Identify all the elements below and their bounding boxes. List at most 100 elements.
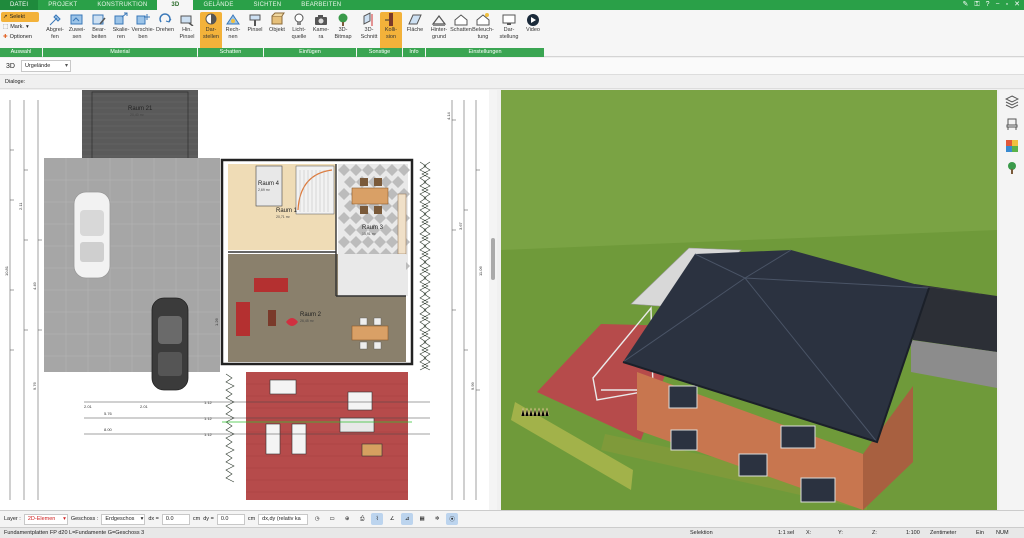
calculate-button[interactable]: Rech- nen xyxy=(222,12,244,50)
eyedropper-button[interactable]: Abgrei- fen xyxy=(44,12,66,50)
status-x: X: xyxy=(806,530,812,536)
ribbon-button-label: Verschie- ben xyxy=(131,27,155,40)
group-einstellungen: Einstellungen xyxy=(426,48,544,57)
floor-select[interactable]: Erdgeschos ▾ xyxy=(101,513,146,525)
tab-sichten[interactable]: SICHTEN xyxy=(244,0,292,10)
cursor-icon: ➚ xyxy=(3,14,8,20)
move-button[interactable]: Verschie- ben xyxy=(132,12,154,50)
monitor-icon[interactable]: ▭ xyxy=(326,513,338,525)
edit-material-button[interactable]: Bear- beiten xyxy=(88,12,110,50)
dy-input[interactable]: 0.0 xyxy=(216,513,245,525)
assign-button[interactable]: Zuwei- sen xyxy=(66,12,88,50)
clock-icon[interactable]: ◷ xyxy=(311,513,323,525)
snap-angle-icon[interactable]: ∠ xyxy=(386,513,398,525)
status-y: Y: xyxy=(838,530,843,536)
plan-vertical-scrollbar[interactable] xyxy=(489,90,497,510)
kitchen-counter xyxy=(397,193,407,255)
assign-icon xyxy=(69,12,85,26)
tree-icon[interactable] xyxy=(1004,160,1020,176)
dim-3-67: 3.67 xyxy=(458,221,463,230)
tree-bitmap-button[interactable]: 3D- Bitmap xyxy=(332,12,354,50)
ribbon-button-label: Kolli- sion xyxy=(384,27,398,40)
snap-object-icon[interactable]: ⊕ xyxy=(341,513,353,525)
ribbon-button-label: Pinsel xyxy=(247,27,263,33)
floor-plan-view[interactable]: Raum 21 20,40 m² Raum 4 2,69 m² Raum 1 2… xyxy=(0,90,497,510)
pin-icon[interactable]: ✎ xyxy=(962,0,968,10)
floor-plan-drawing: Raum 21 20,40 m² Raum 4 2,69 m² Raum 1 2… xyxy=(4,90,483,500)
ribbon-button-label: Zuwei- sen xyxy=(68,27,86,40)
paint-brush-button[interactable]: Pinsel xyxy=(244,12,266,50)
selection-group: ➚ Selekt ⬚ Mark. ▾ ✚ Optionen xyxy=(1,12,39,42)
move-icon xyxy=(135,12,151,26)
room-area-1: 20,71 m² xyxy=(276,215,291,219)
ribbon-button-label: Video xyxy=(526,27,540,33)
scroll-thumb[interactable] xyxy=(491,238,495,280)
chair-icon[interactable] xyxy=(1004,116,1020,132)
minimize-icon[interactable]: − xyxy=(996,0,1000,10)
settings-icon[interactable]: ✲ xyxy=(431,513,443,525)
ribbon-button-label: Rech- nen xyxy=(225,27,241,40)
ribbon-button-label: Kame- ra xyxy=(312,27,330,40)
menu-tab-bar: DATEI PROJEKT KONSTRUKTION 3D GELÄNDE SI… xyxy=(0,0,1024,10)
status-element-info: Fundamentplatten FP d20 L=Fundamente G=G… xyxy=(4,530,145,536)
tab-datei[interactable]: DATEI xyxy=(0,0,39,10)
rotate-button[interactable]: Drehen xyxy=(154,12,176,50)
navigation-icon[interactable]: ⦿ xyxy=(446,513,459,525)
area-info-button[interactable]: Fläche xyxy=(404,12,426,50)
room-label-1: Raum 1 xyxy=(276,208,298,214)
layers-icon[interactable] xyxy=(1004,94,1020,110)
object-button[interactable]: Objekt xyxy=(266,12,288,50)
ribbon-button-label: Hin. Pinsel xyxy=(179,27,195,40)
layer-select[interactable]: 2D-Elemen ▾ xyxy=(23,513,68,525)
display-monitor-button[interactable]: Dar- stellung xyxy=(498,12,520,50)
camera-button[interactable]: Kame- ra xyxy=(310,12,332,50)
snap-line-icon[interactable]: ⌇ xyxy=(371,513,384,525)
input-mode-select[interactable]: dx,dy (relativ ka xyxy=(258,513,309,525)
tab-3d[interactable]: 3D xyxy=(157,0,194,10)
shadow-display-button[interactable]: Dar- stellen xyxy=(200,12,222,50)
key-icon[interactable]: ⚿ xyxy=(974,0,979,10)
room-label-3: Raum 3 xyxy=(362,225,384,231)
grid-icon[interactable]: ▦ xyxy=(416,513,428,525)
options-button[interactable]: ✚ Optionen xyxy=(1,32,39,42)
room-label-4: Raum 4 xyxy=(258,181,280,187)
tab-konstruktion[interactable]: KONSTRUKTION xyxy=(87,0,157,10)
scale-button[interactable]: Skalie- ren xyxy=(110,12,132,50)
group-sonstige: Sonstige xyxy=(357,48,402,57)
3d-view[interactable] xyxy=(501,90,997,510)
status-num: NUM xyxy=(996,530,1009,536)
tab-projekt[interactable]: PROJEKT xyxy=(38,0,87,10)
ribbon-button-label: Hinter- grund xyxy=(430,27,448,40)
help-icon[interactable]: ? xyxy=(986,0,990,10)
close-icon[interactable]: ✕ xyxy=(1014,0,1020,10)
section-button[interactable]: 3D- Schnitt xyxy=(358,12,380,50)
ribbon-button-label: Fläche xyxy=(406,27,424,33)
print-icon[interactable]: ⎙ xyxy=(356,513,368,525)
lighting-button[interactable]: Beleuch- tung xyxy=(472,12,494,50)
tree-bitmap-icon xyxy=(335,12,351,26)
terrain-select[interactable]: Urgelände ▾ xyxy=(20,60,71,72)
material-palette-icon[interactable] xyxy=(1004,138,1020,154)
ribbon-button-label: Drehen xyxy=(155,27,175,33)
brush-button[interactable]: Hin. Pinsel xyxy=(176,12,198,50)
dim-1-26: 1.26 xyxy=(214,317,219,326)
3d-scene xyxy=(501,90,997,510)
collision-button[interactable]: Kolli- sion xyxy=(380,12,402,50)
shadow-house-button[interactable]: Schatten xyxy=(450,12,472,50)
select-button[interactable]: ➚ Selekt xyxy=(1,12,39,22)
tab-gelaende[interactable]: GELÄNDE xyxy=(193,0,243,10)
tab-bearbeiten[interactable]: BEARBEITEN xyxy=(291,0,351,10)
video-play-button[interactable]: Video xyxy=(522,12,544,50)
dx-input[interactable]: 0.0 xyxy=(161,513,190,525)
dim-10-81: 10.81 xyxy=(4,265,9,276)
eyedropper-icon xyxy=(47,12,63,26)
mark-button[interactable]: ⬚ Mark. ▾ xyxy=(1,22,39,32)
room-area-3: 15,91 m² xyxy=(362,232,377,236)
status-scale: 1:100 xyxy=(906,530,920,536)
snap-grid-icon[interactable]: ⊿ xyxy=(401,513,414,525)
dim-11-06: 11.06 xyxy=(478,266,483,276)
lightbulb-button[interactable]: Licht- quelle xyxy=(288,12,310,50)
background-button[interactable]: Hinter- grund xyxy=(428,12,450,50)
maximize-icon[interactable]: ▫ xyxy=(1006,0,1008,10)
calculate-icon xyxy=(225,12,241,26)
